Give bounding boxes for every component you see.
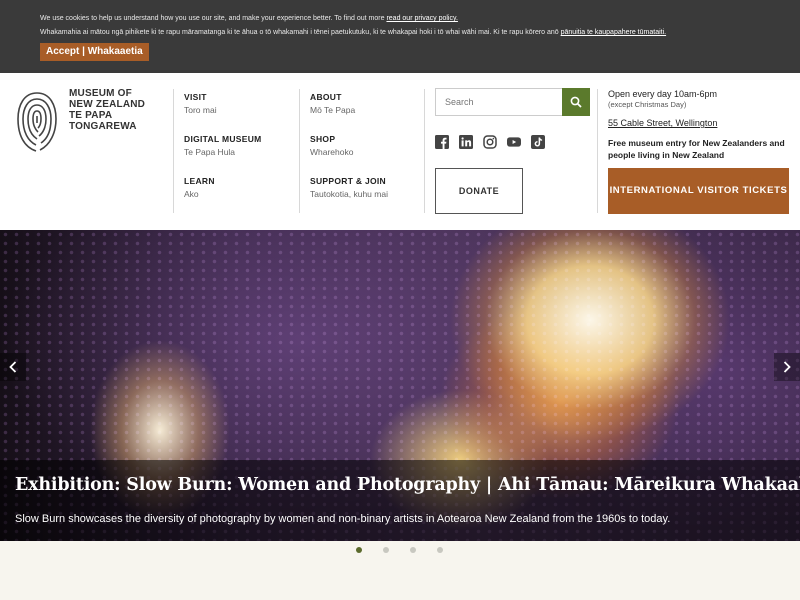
nav-column-2: ABOUT Mō Te Papa SHOP Wharehoko SUPPORT …: [299, 89, 424, 213]
international-visitor-tickets-button[interactable]: INTERNATIONAL VISITOR TICKETS: [608, 168, 789, 214]
nav-item-title: SHOP: [310, 134, 336, 144]
nav-item-title: DIGITAL MUSEUM: [184, 134, 262, 144]
carousel-dot[interactable]: [383, 547, 389, 553]
carousel-dot[interactable]: [356, 547, 362, 553]
youtube-icon[interactable]: [507, 135, 521, 149]
nav-item-subtitle: Toro mai: [184, 105, 217, 115]
carousel-prev-button[interactable]: [0, 353, 26, 381]
nav-item-learn[interactable]: LEARN Ako: [184, 176, 294, 199]
nav-item-subtitle: Mō Te Papa: [310, 105, 356, 115]
accept-cookies-button[interactable]: Accept | Whakaaetia: [40, 43, 149, 61]
privacy-policy-link[interactable]: read our privacy policy.: [386, 15, 457, 22]
fingerprint-logo-icon: [17, 92, 57, 152]
nav-item-subtitle: Tautokotia, kuhu mai: [310, 189, 388, 199]
logo-text-line2: NEW ZEALAND: [69, 99, 146, 110]
cookie-text-mi: Whakamahia ai mātou ngā pihikete ki te r…: [40, 26, 760, 40]
hero-description: Slow Burn showcases the diversity of pho…: [15, 513, 671, 525]
nav-item-subtitle: Ako: [184, 189, 199, 199]
carousel-dot[interactable]: [410, 547, 416, 553]
nav-item-visit[interactable]: VISIT Toro mai: [184, 92, 294, 115]
search-button[interactable]: [562, 88, 590, 116]
cookie-text-maori: Whakamahia ai mātou ngā pihikete ki te r…: [40, 29, 561, 36]
museum-logo[interactable]: MUSEUM OF NEW ZEALAND TE PAPA TONGAREWA: [14, 87, 159, 157]
tiktok-icon[interactable]: [531, 135, 545, 149]
chevron-left-icon: [9, 361, 17, 373]
search-box: [435, 88, 590, 116]
nav-item-title: SUPPORT & JOIN: [310, 176, 386, 186]
hero-carousel: Exhibition: Slow Burn: Women and Photogr…: [0, 230, 800, 541]
nav-item-title: LEARN: [184, 176, 215, 186]
hero-caption-background: [0, 460, 800, 541]
nav-item-support-join[interactable]: SUPPORT & JOIN Tautokotia, kuhu mai: [310, 176, 420, 199]
header-divider: [597, 89, 598, 213]
nav-item-about[interactable]: ABOUT Mō Te Papa: [310, 92, 420, 115]
cookie-text-en: We use cookies to help us understand how…: [40, 12, 760, 26]
privacy-policy-link-maori[interactable]: pānuitia te kaupapahere tūmataiti.: [561, 29, 666, 36]
address-link[interactable]: 55 Cable Street, Wellington: [608, 118, 793, 128]
nav-item-shop[interactable]: SHOP Wharehoko: [310, 134, 420, 157]
chevron-right-icon: [783, 361, 791, 373]
facebook-icon[interactable]: [435, 135, 449, 149]
logo-text-line1: MUSEUM OF: [69, 88, 132, 99]
nav-item-title: VISIT: [184, 92, 207, 102]
carousel-next-button[interactable]: [774, 353, 800, 381]
opening-hours: Open every day 10am-6pm: [608, 89, 718, 99]
nav-item-subtitle: Te Papa Hula: [184, 147, 236, 157]
hero-title[interactable]: Exhibition: Slow Burn: Women and Photogr…: [15, 475, 800, 495]
opening-exception: (except Christmas Day): [608, 100, 687, 109]
nav-item-digital-museum[interactable]: DIGITAL MUSEUM Te Papa Hula: [184, 134, 294, 157]
logo-text-line4: TONGAREWA: [69, 121, 137, 132]
nav-item-subtitle: Wharehoko: [310, 147, 354, 157]
free-entry-note: Free museum entry for New Zealanders and…: [608, 138, 785, 160]
site-header: MUSEUM OF NEW ZEALAND TE PAPA TONGAREWA …: [0, 73, 800, 230]
nav-item-title: ABOUT: [310, 92, 342, 102]
cookie-banner: We use cookies to help us understand how…: [0, 0, 800, 73]
search-input[interactable]: [436, 89, 562, 115]
visitor-info: Open every day 10am-6pm (except Christma…: [608, 89, 793, 161]
nav-divider: [424, 89, 425, 213]
search-icon: [570, 96, 582, 108]
donate-button[interactable]: DONATE: [435, 168, 523, 214]
carousel-dot[interactable]: [437, 547, 443, 553]
carousel-pagination: [356, 547, 443, 553]
instagram-icon[interactable]: [483, 135, 497, 149]
linkedin-icon[interactable]: [459, 135, 473, 149]
social-links: [435, 135, 545, 149]
cookie-text: We use cookies to help us understand how…: [40, 15, 387, 22]
logo-text-line3: TE PAPA: [69, 110, 113, 121]
nav-column-1: VISIT Toro mai DIGITAL MUSEUM Te Papa Hu…: [173, 89, 298, 213]
